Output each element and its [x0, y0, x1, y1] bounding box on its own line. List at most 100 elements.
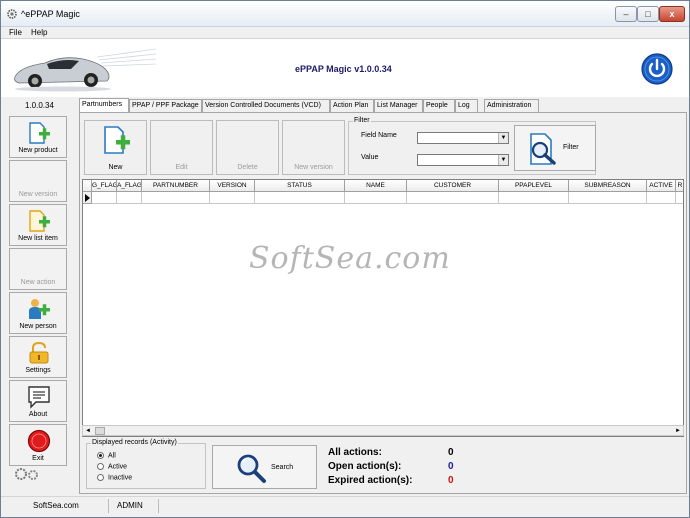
settings-button[interactable]: Settings [9, 336, 67, 378]
magnifier-document-icon [530, 133, 556, 165]
column-header[interactable]: ACTIVE [647, 180, 676, 192]
header-banner: ePPAP Magic v1.0.0.34 [1, 39, 689, 97]
grid-header: G_FLAG A_FLAG PARTNUMBER VERSION STATUS … [83, 180, 683, 192]
new-button[interactable]: New [84, 120, 147, 175]
search-button-label: Search [271, 464, 294, 471]
power-icon[interactable] [641, 53, 673, 85]
tab-list-manager[interactable]: List Manager [374, 99, 423, 112]
status-user: ADMIN [109, 499, 159, 513]
new-product-button[interactable]: New product [9, 116, 67, 158]
grid-cell[interactable] [255, 192, 345, 204]
all-actions-value: 0 [448, 447, 454, 458]
radio-label: Active [108, 463, 128, 471]
about-button[interactable]: About [9, 380, 67, 422]
grid-cell[interactable] [345, 192, 407, 204]
gears-decoration-icon [15, 468, 38, 480]
search-button[interactable]: Search [212, 445, 317, 489]
tab-vcd[interactable]: Version Controlled Documents (VCD) [202, 99, 330, 112]
minimize-button[interactable]: – [615, 6, 637, 22]
sidebar-item-label: New action [20, 279, 56, 286]
edit-button[interactable]: Edit [150, 120, 213, 175]
new-list-item-button[interactable]: New list item [9, 204, 67, 246]
new-version-action-button[interactable]: New version [282, 120, 345, 175]
column-header[interactable]: SUBMREASON [569, 180, 647, 192]
sidebar-item-label: Exit [32, 455, 44, 462]
column-header[interactable]: A_FLAG [117, 180, 142, 192]
red-circle-icon [27, 429, 51, 453]
tab-action-plan[interactable]: Action Plan [330, 99, 374, 112]
title-bar: ^ePPAP Magic – □ x [1, 1, 689, 27]
partnumbers-panel: New Edit Delete New version Filter Field… [79, 112, 687, 494]
delete-button[interactable]: Delete [216, 120, 279, 175]
radio-active[interactable]: Active [97, 463, 127, 470]
tab-ppap-package[interactable]: PPAP / PPF Package [129, 99, 202, 112]
radio-label: All [108, 452, 116, 460]
new-person-button[interactable]: New person [9, 292, 67, 334]
grid-cell[interactable] [499, 192, 569, 204]
filter-button[interactable]: Filter [514, 125, 596, 171]
value-select[interactable]: ▼ [417, 154, 509, 166]
filter-button-label: Filter [563, 144, 579, 151]
displayed-records-group: Displayed records (Activity) All Active … [86, 439, 206, 489]
grid-cell[interactable] [647, 192, 676, 204]
column-header[interactable]: VERSION [210, 180, 255, 192]
menu-file[interactable]: File [7, 28, 24, 37]
sidebar-item-label: New product [18, 147, 58, 154]
grid-cell[interactable] [569, 192, 647, 204]
expired-actions-label: Expired action(s): [328, 475, 413, 486]
radio-all[interactable]: All [97, 452, 116, 459]
sports-car-logo [14, 48, 156, 92]
table-row[interactable] [83, 192, 683, 204]
status-site: SoftSea.com [21, 499, 109, 513]
grid-cell[interactable] [676, 192, 683, 204]
tab-partnumbers[interactable]: Partnumbers [79, 98, 129, 112]
scroll-right-icon[interactable]: ► [675, 428, 681, 434]
column-header[interactable]: CUSTOMER [407, 180, 499, 192]
grid-cell[interactable] [407, 192, 499, 204]
tab-people[interactable]: People [423, 99, 455, 112]
all-actions-label: All actions: [328, 447, 382, 458]
partnumbers-grid[interactable]: G_FLAG A_FLAG PARTNUMBER VERSION STATUS … [82, 179, 684, 437]
new-version-button[interactable]: New version [9, 160, 67, 202]
chevron-down-icon: ▼ [498, 133, 508, 143]
menu-help[interactable]: Help [29, 28, 49, 37]
field-name-select[interactable]: ▼ [417, 132, 509, 144]
app-title: ePPAP Magic v1.0.0.34 [295, 64, 392, 74]
new-action-button[interactable]: New action [9, 248, 67, 290]
grid-cell[interactable] [210, 192, 255, 204]
column-header[interactable]: PPAPLEVEL [499, 180, 569, 192]
radio-indicator [97, 474, 104, 481]
radio-inactive[interactable]: Inactive [97, 474, 132, 481]
grid-cell[interactable] [142, 192, 210, 204]
new-version-label: New version [294, 164, 333, 171]
maximize-button[interactable]: □ [637, 6, 659, 22]
lock-icon [29, 341, 49, 364]
tab-log[interactable]: Log [455, 99, 478, 112]
sidebar-item-label: New version [18, 191, 58, 198]
column-header[interactable]: NAME [345, 180, 407, 192]
chat-bubble-icon [28, 386, 50, 409]
sidebar-item-label: New list item [18, 235, 58, 242]
sidebar-item-label: Settings [25, 367, 51, 374]
column-header[interactable]: STATUS [255, 180, 345, 192]
tab-administration[interactable]: Administration [484, 99, 539, 112]
value-label: Value [361, 154, 379, 161]
menu-bar: File Help [1, 27, 689, 39]
close-button[interactable]: x [659, 6, 685, 22]
open-actions-label: Open action(s): [328, 461, 402, 472]
new-document-icon [104, 126, 130, 154]
horizontal-scrollbar[interactable]: ◄ ► [82, 425, 684, 436]
column-header[interactable]: G_FLAG [92, 180, 117, 192]
records-legend: Displayed records (Activity) [91, 439, 178, 446]
scroll-thumb[interactable] [95, 427, 105, 435]
grid-cell[interactable] [92, 192, 117, 204]
grid-cell[interactable] [117, 192, 142, 204]
column-header[interactable]: R [676, 180, 683, 192]
scroll-left-icon[interactable]: ◄ [85, 428, 91, 434]
new-list-item-icon [29, 210, 50, 232]
chevron-down-icon: ▼ [498, 155, 508, 165]
radio-label: Inactive [108, 474, 133, 482]
column-header[interactable]: PARTNUMBER [142, 180, 210, 192]
watermark-text: SoftSea.com [249, 241, 451, 276]
exit-button[interactable]: Exit [9, 424, 67, 466]
